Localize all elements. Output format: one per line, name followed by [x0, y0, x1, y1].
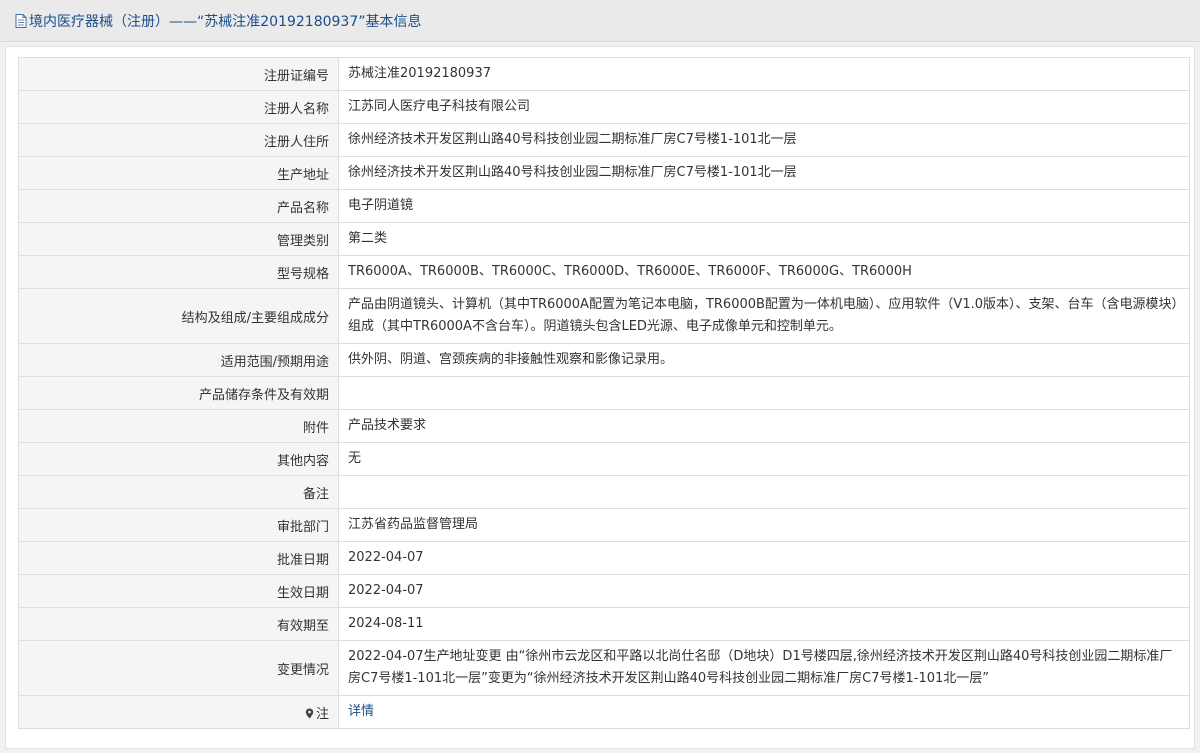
table-row: 生产地址 徐州经济技术开发区荆山路40号科技创业园二期标准厂房C7号楼1-101…	[18, 156, 1190, 190]
table-row: 产品名称 电子阴道镜	[18, 189, 1190, 223]
table-row: 型号规格 TR6000A、TR6000B、TR6000C、TR6000D、TR6…	[18, 255, 1190, 289]
row-value: 2024-08-11	[338, 607, 1190, 641]
row-label: 附件	[18, 409, 339, 443]
note-value-cell: 详情	[338, 695, 1190, 729]
row-label: 变更情况	[18, 640, 339, 696]
row-value: 电子阴道镜	[338, 189, 1190, 223]
table-row: 产品储存条件及有效期	[18, 376, 1190, 410]
table-row: 适用范围/预期用途 供外阴、阴道、宫颈疾病的非接触性观察和影像记录用。	[18, 343, 1190, 377]
row-value: 产品由阴道镜头、计算机（其中TR6000A配置为笔记本电脑，TR6000B配置为…	[338, 288, 1190, 344]
row-label: 注册证编号	[18, 57, 339, 91]
row-label: 注册人住所	[18, 123, 339, 157]
row-value: 产品技术要求	[338, 409, 1190, 443]
pin-icon	[305, 708, 314, 718]
page-title: 境内医疗器械（注册）——“苏械注准20192180937”基本信息	[29, 13, 422, 30]
row-label: 生产地址	[18, 156, 339, 190]
row-value: 2022-04-07	[338, 541, 1190, 575]
detail-link[interactable]: 详情	[348, 704, 374, 719]
table-row: 批准日期 2022-04-07	[18, 541, 1190, 575]
table-row: 管理类别 第二类	[18, 222, 1190, 256]
row-value: 第二类	[338, 222, 1190, 256]
row-label: 生效日期	[18, 574, 339, 608]
table-row: 有效期至 2024-08-11	[18, 607, 1190, 641]
document-icon	[15, 13, 27, 28]
row-label: 结构及组成/主要组成成分	[18, 288, 339, 344]
note-label-cell: 注	[18, 695, 339, 729]
table-row: 审批部门 江苏省药品监督管理局	[18, 508, 1190, 542]
row-label: 管理类别	[18, 222, 339, 256]
row-value: 供外阴、阴道、宫颈疾病的非接触性观察和影像记录用。	[338, 343, 1190, 377]
page-header: 境内医疗器械（注册）——“苏械注准20192180937”基本信息	[0, 0, 1200, 42]
table-row: 其他内容 无	[18, 442, 1190, 476]
row-label: 型号规格	[18, 255, 339, 289]
row-label: 产品储存条件及有效期	[18, 376, 339, 410]
table-row: 注册人住所 徐州经济技术开发区荆山路40号科技创业园二期标准厂房C7号楼1-10…	[18, 123, 1190, 157]
row-label: 其他内容	[18, 442, 339, 476]
row-value	[338, 376, 1190, 410]
table-row: 注册人名称 江苏同人医疗电子科技有限公司	[18, 90, 1190, 124]
table-row: 结构及组成/主要组成成分 产品由阴道镜头、计算机（其中TR6000A配置为笔记本…	[18, 288, 1190, 344]
row-value: 2022-04-07生产地址变更 由“徐州市云龙区和平路以北尚仕名邸（D地块）D…	[338, 640, 1190, 696]
table-row: 注册证编号 苏械注准20192180937	[18, 57, 1190, 91]
note-label: 注	[315, 706, 329, 722]
row-value: 2022-04-07	[338, 574, 1190, 608]
row-label: 适用范围/预期用途	[18, 343, 339, 377]
table-row: 附件 产品技术要求	[18, 409, 1190, 443]
table-row: 备注	[18, 475, 1190, 509]
row-label: 批准日期	[18, 541, 339, 575]
row-value: 苏械注准20192180937	[338, 57, 1190, 91]
row-label: 注册人名称	[18, 90, 339, 124]
table-row: 变更情况 2022-04-07生产地址变更 由“徐州市云龙区和平路以北尚仕名邸（…	[18, 640, 1190, 696]
row-value: 无	[338, 442, 1190, 476]
row-value: 徐州经济技术开发区荆山路40号科技创业园二期标准厂房C7号楼1-101北一层	[338, 156, 1190, 190]
note-row: 注 详情	[18, 695, 1190, 729]
table-row: 生效日期 2022-04-07	[18, 574, 1190, 608]
row-label: 审批部门	[18, 508, 339, 542]
row-label: 产品名称	[18, 189, 339, 223]
info-panel: 注册证编号 苏械注准20192180937 注册人名称 江苏同人医疗电子科技有限…	[5, 46, 1195, 749]
row-value: TR6000A、TR6000B、TR6000C、TR6000D、TR6000E、…	[338, 255, 1190, 289]
row-label: 备注	[18, 475, 339, 509]
info-table: 注册证编号 苏械注准20192180937 注册人名称 江苏同人医疗电子科技有限…	[18, 57, 1190, 729]
row-label: 有效期至	[18, 607, 339, 641]
row-value: 江苏同人医疗电子科技有限公司	[338, 90, 1190, 124]
row-value	[338, 475, 1190, 509]
row-value: 徐州经济技术开发区荆山路40号科技创业园二期标准厂房C7号楼1-101北一层	[338, 123, 1190, 157]
row-value: 江苏省药品监督管理局	[338, 508, 1190, 542]
